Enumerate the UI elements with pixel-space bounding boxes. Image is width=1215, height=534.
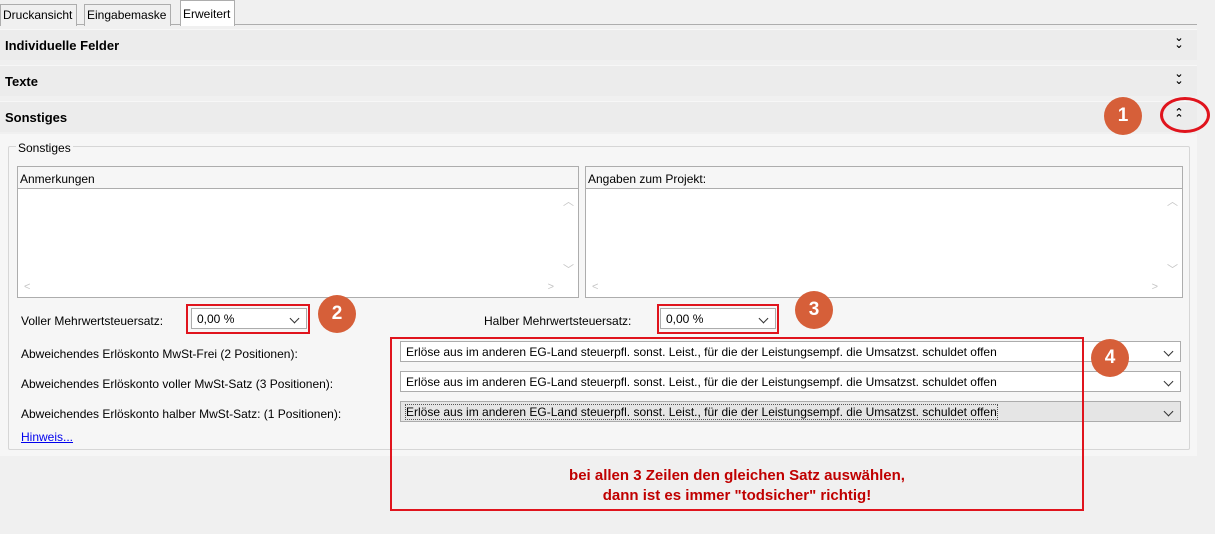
erloeskonto-halb-label: Abweichendes Erlöskonto halber MwSt-Satz… (21, 407, 342, 421)
section-sonstiges[interactable]: Sonstiges ⌃ ⌃ (0, 101, 1197, 132)
step-badge-1: 1 (1104, 97, 1142, 135)
vertical-scrollbar[interactable]: ︿ ﹀ (558, 189, 578, 279)
highlight-circle-1 (1160, 97, 1210, 133)
horizontal-scrollbar[interactable]: < > (18, 279, 558, 297)
anmerkungen-memo: Anmerkungen ︿ ﹀ < > (17, 166, 579, 298)
section-title: Individuelle Felder (5, 38, 120, 53)
projekt-label: Angaben zum Projekt: (586, 167, 1182, 189)
scroll-left-icon[interactable]: < (24, 281, 30, 293)
chevron-double-down-icon[interactable]: ⌄ ⌄ (1171, 33, 1187, 53)
step-badge-3: 3 (795, 291, 833, 329)
highlight-box-2 (186, 304, 310, 334)
voller-mwst-label: Voller Mehrwertsteuersatz: (21, 314, 164, 328)
hinweis-link[interactable]: Hinweis... (21, 430, 73, 444)
tab-druckansicht[interactable]: Druckansicht (0, 4, 78, 26)
tab-erweitert[interactable]: Erweitert (180, 0, 236, 26)
scroll-up-icon[interactable]: ︿ (1167, 193, 1178, 209)
tab-eingabemaske[interactable]: Eingabemaske (84, 4, 172, 26)
erloeskonto-voll-label: Abweichendes Erlöskonto voller MwSt-Satz… (21, 377, 334, 391)
scroll-down-icon[interactable]: ﹀ (1167, 261, 1178, 277)
section-title: Sonstiges (5, 110, 68, 125)
section-title: Texte (5, 74, 38, 89)
scroll-right-icon[interactable]: > (1152, 281, 1158, 293)
anmerkungen-label: Anmerkungen (18, 167, 578, 189)
erloeskonto-frei-label: Abweichendes Erlöskonto MwSt-Frei (2 Pos… (21, 347, 298, 361)
chevron-double-down-icon[interactable]: ⌄ ⌄ (1171, 69, 1187, 89)
horizontal-scrollbar[interactable]: < > (586, 279, 1162, 297)
anmerkungen-textarea[interactable] (18, 189, 558, 279)
annotation-note-line1: bei allen 3 Zeilen den gleichen Satz aus… (569, 467, 905, 484)
tab-bar: Druckansicht Eingabemaske Erweitert (0, 0, 1197, 26)
annotation-note: bei allen 3 Zeilen den gleichen Satz aus… (392, 466, 1082, 506)
step-badge-2: 2 (318, 295, 356, 333)
scroll-right-icon[interactable]: > (548, 281, 554, 293)
halber-mwst-label: Halber Mehrwertsteuersatz: (484, 314, 632, 328)
scroll-down-icon[interactable]: ﹀ (563, 261, 574, 277)
projekt-textarea[interactable] (586, 189, 1162, 279)
scroll-up-icon[interactable]: ︿ (563, 193, 574, 209)
groupbox-legend: Sonstiges (16, 141, 73, 155)
projekt-memo: Angaben zum Projekt: ︿ ﹀ < > (585, 166, 1183, 298)
scroll-left-icon[interactable]: < (592, 281, 598, 293)
annotation-note-line2: dann ist es immer "todsicher" richtig! (602, 487, 872, 504)
section-texte[interactable]: Texte ⌄ ⌄ (0, 65, 1197, 96)
highlight-box-3 (657, 304, 779, 334)
section-individuelle-felder[interactable]: Individuelle Felder ⌄ ⌄ (0, 29, 1197, 60)
vertical-scrollbar[interactable]: ︿ ﹀ (1162, 189, 1182, 279)
step-badge-4: 4 (1091, 339, 1129, 377)
